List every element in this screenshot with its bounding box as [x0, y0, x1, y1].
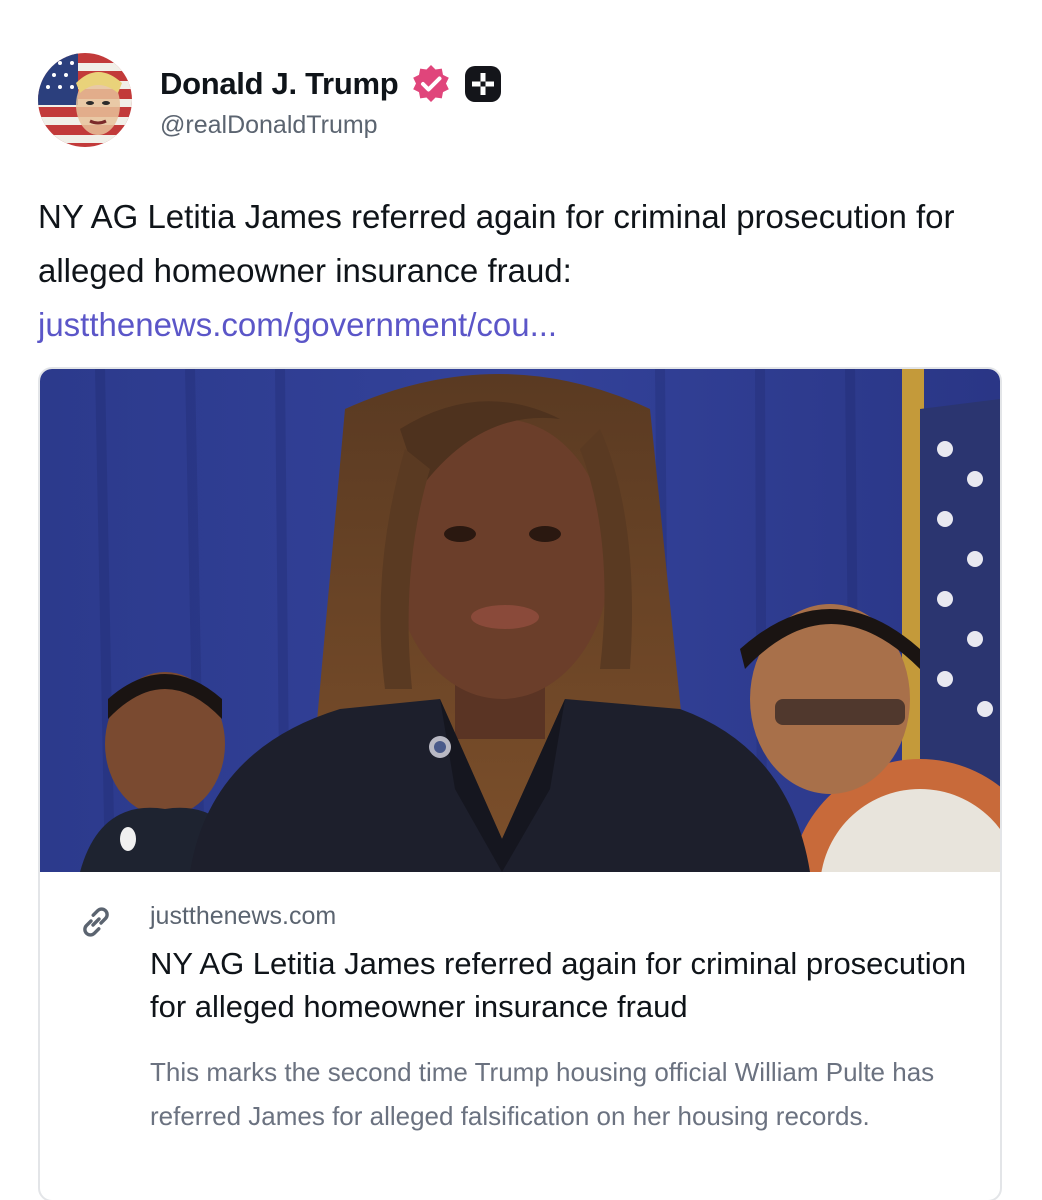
name-row: Donald J. Trump [160, 61, 504, 107]
post-link[interactable]: justthenews.com/government/cou... [38, 298, 998, 352]
avatar[interactable] [38, 53, 132, 147]
link-preview-description: This marks the second time Trump housing… [150, 1057, 935, 1131]
author-handle[interactable]: @realDonaldTrump [160, 111, 504, 140]
post-text: NY AG Letitia James referred again for c… [38, 190, 998, 352]
plus-badge-icon [462, 63, 504, 105]
post-card: Donald J. Trump @realDonaldTrump NY AG L… [0, 0, 1042, 1200]
post-body: NY AG Letitia James referred again for c… [38, 198, 955, 289]
author-name[interactable]: Donald J. Trump [160, 66, 399, 102]
chain-link-icon [78, 904, 114, 940]
verified-badge-icon [410, 63, 452, 105]
link-preview-domain: justthenews.com [150, 902, 337, 930]
link-preview-card[interactable]: justthenews.com NY AG Letitia James refe… [38, 367, 1002, 1200]
link-preview-image[interactable] [40, 369, 1000, 872]
link-preview-title[interactable]: NY AG Letitia James referred again for c… [150, 942, 980, 1028]
author-identity: Donald J. Trump @realDonaldTrump [160, 61, 504, 140]
post-header: Donald J. Trump @realDonaldTrump [38, 50, 504, 150]
